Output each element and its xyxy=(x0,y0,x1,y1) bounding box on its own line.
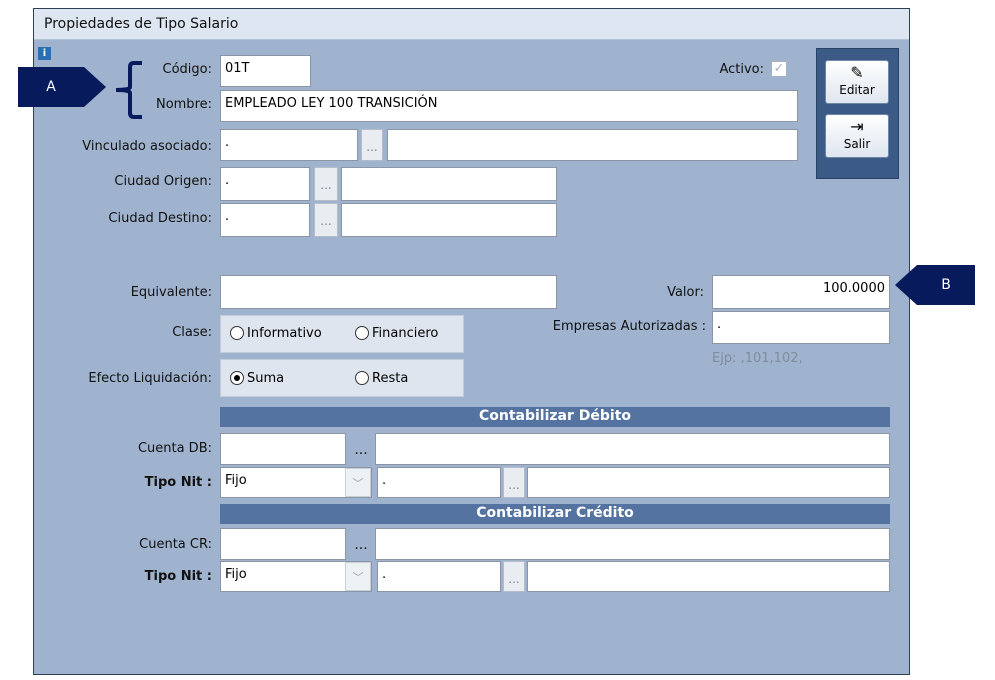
empresas-input[interactable]: . xyxy=(712,311,890,344)
clase-option-financiero[interactable]: Financiero xyxy=(355,326,438,341)
nit-cr-input[interactable]: . xyxy=(377,561,501,592)
callout-b-label: B xyxy=(941,277,951,293)
radio-unchecked-icon xyxy=(355,326,369,340)
editar-button-label: Editar xyxy=(839,83,875,97)
vinculado-label: Vinculado asociado: xyxy=(82,139,212,154)
ciudad-origen-lookup-button[interactable]: ... xyxy=(314,167,338,201)
nit-db-description xyxy=(527,467,890,498)
credito-section-header: Contabilizar Crédito xyxy=(220,504,890,524)
ciudad-origen-description xyxy=(341,167,557,201)
nombre-input[interactable]: EMPLEADO LEY 100 TRANSICIÓN xyxy=(220,90,798,122)
cuenta-cr-input[interactable] xyxy=(220,528,346,560)
ciudad-destino-label: Ciudad Destino: xyxy=(108,211,212,226)
valor-label: Valor: xyxy=(667,285,704,300)
clase-option-informativo[interactable]: Informativo xyxy=(230,326,322,341)
callout-a-box: A xyxy=(18,67,84,107)
clase-label: Clase: xyxy=(172,325,212,340)
nit-cr-description xyxy=(527,561,890,592)
salir-button[interactable]: ⇥ Salir xyxy=(825,114,889,158)
ciudad-origen-label: Ciudad Origen: xyxy=(114,174,212,189)
exit-icon: ⇥ xyxy=(850,117,864,136)
radio-unchecked-icon xyxy=(355,371,369,385)
nit-db-lookup-button[interactable]: ... xyxy=(503,467,525,498)
ciudad-origen-input[interactable]: . xyxy=(220,167,310,201)
edit-icon: ✎ xyxy=(850,63,864,82)
empresas-hint: Ejp: ,101,102, xyxy=(712,351,803,366)
callout-b-box: B xyxy=(917,265,975,305)
efecto-label: Efecto Liquidación: xyxy=(88,371,212,386)
salir-button-label: Salir xyxy=(843,137,871,151)
efecto-option-suma-label: Suma xyxy=(247,371,285,386)
equivalente-input[interactable] xyxy=(220,275,557,309)
debito-section-header: Contabilizar Débito xyxy=(220,407,890,427)
clase-option-financiero-label: Financiero xyxy=(372,326,439,341)
ciudad-destino-description xyxy=(341,203,557,237)
cuenta-cr-description xyxy=(375,528,890,560)
efecto-option-resta-label: Resta xyxy=(372,371,409,386)
tipo-nit-cr-label: Tipo Nit : xyxy=(144,569,212,584)
chevron-down-icon[interactable]: ﹀ xyxy=(345,468,371,497)
codigo-label: Código: xyxy=(162,62,212,77)
callout-b-arrow xyxy=(895,265,917,305)
nombre-label: Nombre: xyxy=(155,97,212,112)
callout-a-label: A xyxy=(46,79,56,95)
cuenta-cr-label: Cuenta CR: xyxy=(139,537,212,552)
check-icon: ✓ xyxy=(773,61,785,76)
equivalente-label: Equivalente: xyxy=(130,285,212,300)
cuenta-db-label: Cuenta DB: xyxy=(137,441,212,456)
nit-cr-lookup-button[interactable]: ... xyxy=(503,561,525,592)
clase-option-informativo-label: Informativo xyxy=(247,326,322,341)
valor-input[interactable]: 100.0000 xyxy=(712,275,890,309)
vinculado-lookup-button[interactable]: ... xyxy=(361,129,383,161)
codigo-input[interactable]: 01T xyxy=(220,55,311,87)
chevron-down-icon[interactable]: ﹀ xyxy=(345,562,371,591)
activo-label: Activo: xyxy=(719,62,764,77)
tipo-nit-db-label: Tipo Nit : xyxy=(144,475,212,490)
activo-checkbox[interactable]: ✓ xyxy=(771,61,787,77)
radio-unchecked-icon xyxy=(230,326,244,340)
efecto-option-resta[interactable]: Resta xyxy=(355,371,408,386)
empresas-label: Empresas Autorizadas : xyxy=(552,319,706,334)
vinculado-description xyxy=(387,129,798,161)
cuenta-cr-lookup-button[interactable]: ... xyxy=(349,528,373,560)
editar-button[interactable]: ✎ Editar xyxy=(825,60,889,104)
vinculado-input[interactable]: . xyxy=(220,129,358,161)
cuenta-db-input[interactable] xyxy=(220,433,346,465)
window-title: Propiedades de Tipo Salario xyxy=(44,16,239,32)
radio-checked-icon xyxy=(230,371,244,385)
ciudad-destino-input[interactable]: . xyxy=(220,203,310,237)
ciudad-destino-lookup-button[interactable]: ... xyxy=(314,203,338,237)
efecto-option-suma[interactable]: Suma xyxy=(230,371,284,386)
info-icon[interactable]: i xyxy=(38,47,51,60)
callout-a-arrow xyxy=(84,67,106,107)
nit-db-input[interactable]: . xyxy=(377,467,501,498)
cuenta-db-description xyxy=(375,433,890,465)
callout-a-bracket xyxy=(115,61,142,119)
cuenta-db-lookup-button[interactable]: ... xyxy=(349,433,373,465)
